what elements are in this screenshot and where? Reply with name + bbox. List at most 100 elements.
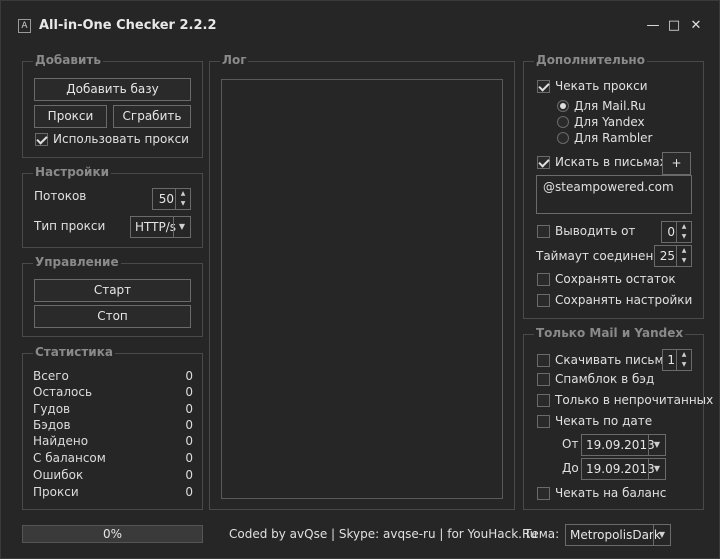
- download-letters-checkbox[interactable]: [537, 354, 550, 367]
- threads-label: Потоков: [34, 189, 87, 203]
- add-search-button[interactable]: +: [662, 152, 691, 175]
- save-rest-checkbox[interactable]: [537, 273, 550, 286]
- download-letters-stepper[interactable]: 1 ▲ ▼: [662, 349, 692, 371]
- stop-button[interactable]: Стоп: [34, 305, 191, 328]
- radio-rambler[interactable]: [557, 132, 569, 144]
- spin-down-icon[interactable]: ▼: [677, 256, 691, 266]
- radio-mailru[interactable]: [557, 100, 569, 112]
- chevron-down-icon: ▼: [648, 459, 665, 479]
- chevron-down-icon: ▼: [653, 525, 670, 545]
- log-textarea[interactable]: [221, 79, 503, 499]
- spin-up-icon[interactable]: ▲: [176, 189, 190, 199]
- progress-text: 0%: [102, 527, 123, 541]
- check-by-date-checkbox[interactable]: [537, 415, 550, 428]
- stats-group-label: Статистика: [33, 345, 115, 359]
- spin-down-icon[interactable]: ▼: [677, 360, 691, 370]
- download-letters-value: 1: [667, 353, 675, 367]
- start-button[interactable]: Старт: [34, 279, 191, 302]
- search-in-mail-checkbox[interactable]: [537, 156, 550, 169]
- threads-value: 50: [158, 192, 174, 206]
- settings-group-label: Настройки: [33, 165, 112, 179]
- save-settings-checkbox[interactable]: [537, 294, 550, 307]
- credits-text: Coded by avQse | Skype: avqse-ru | for Y…: [229, 527, 538, 541]
- close-button[interactable]: ✕: [686, 16, 706, 36]
- stat-row: Прокси 0: [33, 485, 193, 501]
- stat-value: 0: [185, 418, 193, 432]
- grab-button[interactable]: Сграбить: [113, 105, 191, 128]
- radio-mailru-label: Для Mail.Ru: [574, 99, 646, 113]
- spin-up-icon[interactable]: ▲: [677, 222, 691, 232]
- proxy-type-value: HTTP/s: [135, 220, 177, 234]
- stat-value: 0: [185, 468, 193, 482]
- stat-key: Всего: [33, 369, 69, 383]
- stat-key: Гудов: [33, 402, 71, 416]
- date-from-picker[interactable]: 19.09.2013 ▼: [581, 434, 666, 456]
- maximize-button[interactable]: □: [664, 16, 684, 36]
- spamblock-checkbox[interactable]: [537, 373, 550, 386]
- stat-value: 0: [185, 434, 193, 448]
- stat-key: С балансом: [33, 451, 106, 465]
- add-base-button[interactable]: Добавить базу: [34, 78, 191, 101]
- spamblock-label: Спамблок в бэд: [555, 372, 655, 386]
- stat-row: Всего 0: [33, 369, 193, 385]
- output-from-label: Выводить от: [555, 224, 636, 238]
- chevron-down-icon: ▼: [648, 435, 665, 455]
- spin-up-icon[interactable]: ▲: [677, 246, 691, 256]
- radio-yandex-label: Для Yandex: [574, 115, 645, 129]
- add-group-label: Добавить: [33, 53, 103, 67]
- theme-select[interactable]: MetropolisDark ▼: [565, 524, 671, 546]
- save-settings-label: Сохранять настройки: [555, 293, 693, 307]
- check-balance-checkbox[interactable]: [537, 487, 550, 500]
- timeout-value: 25: [659, 249, 675, 263]
- save-rest-label: Сохранять остаток: [555, 272, 676, 286]
- log-group-label: Лог: [220, 53, 249, 67]
- check-proxy-label: Чекать прокси: [555, 79, 648, 93]
- control-group-label: Управление: [33, 255, 121, 269]
- download-letters-label: Скачивать письма: [555, 353, 671, 367]
- spin-up-icon[interactable]: ▲: [677, 350, 691, 360]
- stat-row: Ошибок 0: [33, 468, 193, 484]
- output-from-value: 0: [667, 225, 675, 239]
- threads-stepper[interactable]: 50 ▲ ▼: [152, 188, 191, 210]
- date-from-label: От: [562, 437, 579, 451]
- stat-key: Ошибок: [33, 468, 84, 482]
- chevron-down-icon: ▼: [173, 217, 190, 237]
- stat-value: 0: [185, 402, 193, 416]
- stat-value: 0: [185, 485, 193, 499]
- radio-rambler-label: Для Rambler: [574, 131, 653, 145]
- check-balance-label: Чекать на баланс: [555, 486, 667, 500]
- timeout-stepper[interactable]: 25 ▲ ▼: [654, 245, 692, 267]
- output-from-checkbox[interactable]: [537, 225, 550, 238]
- proxy-type-label: Тип прокси: [34, 219, 106, 233]
- date-from-value: 19.09.2013: [586, 438, 655, 452]
- use-proxy-checkbox[interactable]: [35, 133, 48, 146]
- progress-bar: 0%: [22, 525, 203, 543]
- stat-key: Прокси: [33, 485, 79, 499]
- mail-yandex-group-label: Только Mail и Yandex: [534, 326, 686, 340]
- unread-only-label: Только в непрочитанных: [555, 393, 714, 407]
- radio-yandex[interactable]: [557, 116, 569, 128]
- stat-value: 0: [185, 369, 193, 383]
- stat-row: Бэдов 0: [33, 418, 193, 434]
- date-to-label: До: [562, 461, 579, 475]
- stat-key: Бэдов: [33, 418, 71, 432]
- spin-down-icon[interactable]: ▼: [176, 199, 190, 209]
- date-to-picker[interactable]: 19.09.2013 ▼: [581, 458, 666, 480]
- minimize-button[interactable]: —: [643, 16, 663, 36]
- proxy-type-select[interactable]: HTTP/s ▼: [130, 216, 191, 238]
- stat-row: Найдено 0: [33, 434, 193, 450]
- proxy-button[interactable]: Прокси: [34, 105, 107, 128]
- spin-down-icon[interactable]: ▼: [677, 232, 691, 242]
- unread-only-checkbox[interactable]: [537, 394, 550, 407]
- theme-value: MetropolisDark: [570, 528, 661, 542]
- theme-label: Тема:: [524, 527, 560, 541]
- stat-row: С балансом 0: [33, 451, 193, 467]
- date-to-value: 19.09.2013: [586, 462, 655, 476]
- check-proxy-checkbox[interactable]: [537, 80, 550, 93]
- output-from-stepper[interactable]: 0 ▲ ▼: [661, 221, 692, 243]
- search-textarea[interactable]: @steampowered.com: [536, 175, 692, 214]
- stat-value: 0: [185, 385, 193, 399]
- search-in-mail-label: Искать в письмах: [555, 155, 667, 169]
- app-icon: A: [18, 19, 31, 33]
- stat-row: Гудов 0: [33, 402, 193, 418]
